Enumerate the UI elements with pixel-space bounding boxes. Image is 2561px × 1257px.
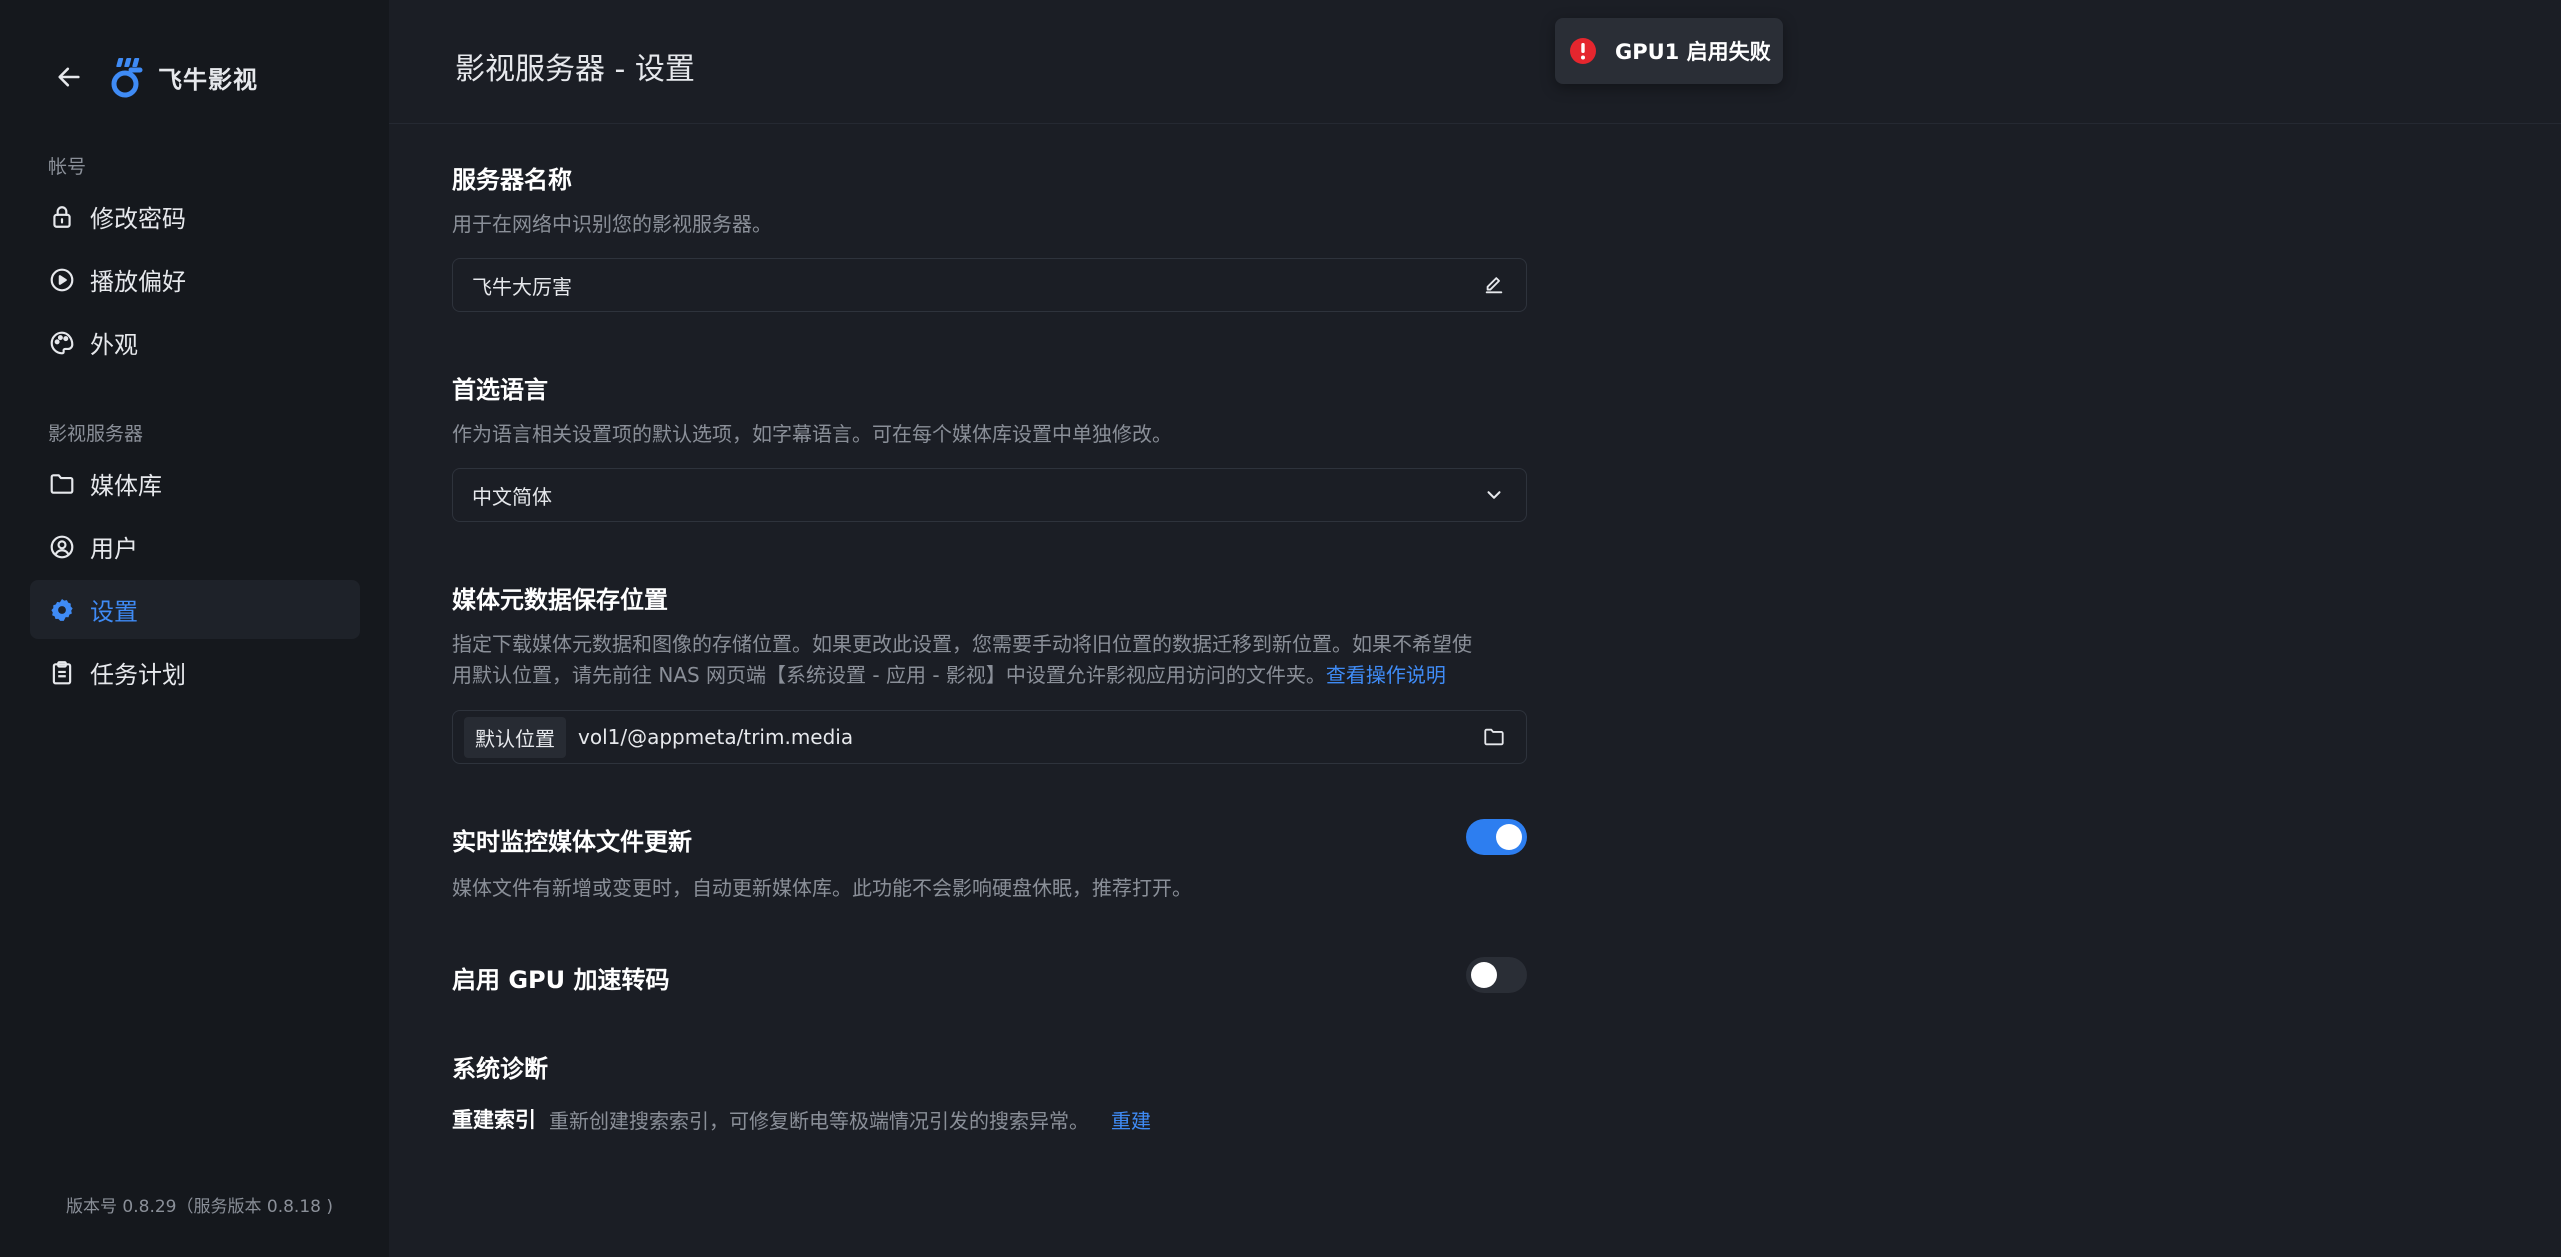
default-location-tag: 默认位置 (464, 716, 566, 758)
sidebar: 飞牛影视 帐号 修改密码 播放偏好 外观 影视服务器 媒体库 用户 设置 任务计… (0, 0, 389, 1257)
palette-icon (48, 329, 76, 357)
app-logo-icon (111, 58, 143, 98)
toast-message: GPU1 启用失败 (1615, 40, 1771, 64)
edit-icon[interactable] (1480, 271, 1508, 299)
sidebar-item-media-library[interactable]: 媒体库 (30, 454, 360, 513)
sidebar-item-label: 设置 (90, 598, 138, 626)
lock-icon (48, 203, 76, 231)
sidebar-item-playback-preferences[interactable]: 播放偏好 (30, 250, 360, 309)
arrow-left-icon (58, 67, 80, 87)
error-icon (1570, 38, 1596, 64)
folder-icon (48, 470, 76, 498)
metadata-desc-line1: 指定下载媒体元数据和图像的存储位置。如果更改此设置，您需要手动将旧位置的数据迁移… (452, 632, 1472, 656)
sidebar-item-label: 媒体库 (90, 472, 162, 500)
sidebar-item-label: 修改密码 (90, 205, 186, 233)
language-value: 中文简体 (472, 484, 552, 509)
user-circle-icon (48, 533, 76, 561)
version-info: 版本号 0.8.29（服务版本 0.8.18 ) (66, 1197, 333, 1217)
language-desc: 作为语言相关设置项的默认选项，如字幕语言。可在每个媒体库设置中单独修改。 (452, 422, 1172, 446)
folder-icon[interactable] (1480, 723, 1508, 751)
rebuild-link[interactable]: 重建 (1111, 1105, 1151, 1134)
sidebar-item-appearance[interactable]: 外观 (30, 313, 360, 372)
brand-name: 飞牛影视 (158, 65, 258, 94)
server-section-label: 影视服务器 (48, 423, 144, 445)
brand-header: 飞牛影视 (54, 56, 258, 98)
error-toast: GPU1 启用失败 (1555, 18, 1783, 84)
toggle-knob (1471, 962, 1497, 988)
page-title: 影视服务器 - 设置 (455, 52, 695, 87)
toggle-knob (1496, 824, 1522, 850)
metadata-desc-line2-text: 用默认位置，请先前往 NAS 网页端【系统设置 - 应用 - 影视】中设置允许影… (452, 663, 1326, 687)
monitor-desc: 媒体文件有新增或变更时，自动更新媒体库。此功能不会影响硬盘休眠，推荐打开。 (452, 876, 1192, 900)
metadata-title: 媒体元数据保存位置 (452, 586, 668, 614)
play-circle-icon (48, 266, 76, 294)
metadata-path-value: vol1/@appmeta/trim.media (578, 725, 854, 749)
sidebar-item-scheduled-tasks[interactable]: 任务计划 (30, 643, 360, 702)
rebuild-index-label: 重建索引 (452, 1108, 536, 1132)
rebuild-index-row: 重建索引 重新创建搜索索引，可修复断电等极端情况引发的搜索异常。 重建 (452, 1104, 1151, 1134)
server-name-field[interactable]: 飞牛大厉害 (452, 258, 1527, 312)
gpu-title: 启用 GPU 加速转码 (452, 966, 670, 994)
diagnosis-title: 系统诊断 (452, 1055, 548, 1083)
sidebar-item-label: 用户 (90, 535, 138, 563)
metadata-desc-line2: 用默认位置，请先前往 NAS 网页端【系统设置 - 应用 - 影视】中设置允许影… (452, 660, 1527, 691)
metadata-path-field[interactable]: 默认位置 vol1/@appmeta/trim.media (452, 710, 1527, 764)
sidebar-item-label: 播放偏好 (90, 268, 186, 296)
language-title: 首选语言 (452, 376, 548, 404)
account-section-label: 帐号 (48, 156, 87, 178)
gear-icon (48, 596, 76, 624)
sidebar-item-users[interactable]: 用户 (30, 517, 360, 576)
chevron-down-icon (1480, 481, 1508, 509)
rebuild-index-desc: 重新创建搜索索引，可修复断电等极端情况引发的搜索异常。 (549, 1108, 1089, 1133)
back-button[interactable] (54, 62, 84, 92)
server-name-value: 飞牛大厉害 (472, 274, 572, 299)
server-name-title: 服务器名称 (452, 166, 572, 194)
sidebar-item-label: 任务计划 (90, 661, 186, 689)
metadata-desc: 指定下载媒体元数据和图像的存储位置。如果更改此设置，您需要手动将旧位置的数据迁移… (452, 629, 1527, 691)
page-header: 影视服务器 - 设置 GPU1 启用失败 (389, 0, 2561, 124)
sidebar-item-settings[interactable]: 设置 (30, 580, 360, 639)
sidebar-item-change-password[interactable]: 修改密码 (30, 187, 360, 246)
gpu-toggle[interactable] (1466, 957, 1527, 993)
view-instructions-link[interactable]: 查看操作说明 (1326, 663, 1446, 687)
sidebar-item-label: 外观 (90, 331, 138, 359)
language-select[interactable]: 中文简体 (452, 468, 1527, 522)
monitor-title: 实时监控媒体文件更新 (452, 828, 692, 856)
server-name-desc: 用于在网络中识别您的影视服务器。 (452, 212, 772, 236)
clipboard-icon (48, 659, 76, 687)
monitor-toggle[interactable] (1466, 819, 1527, 855)
